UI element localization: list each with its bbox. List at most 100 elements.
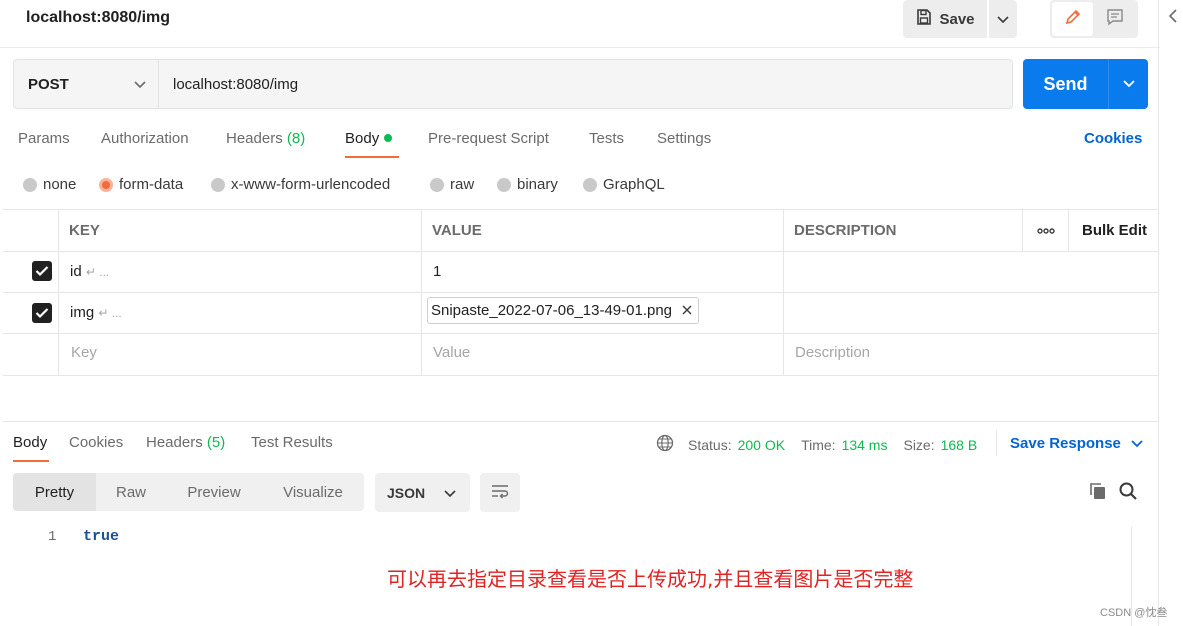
radio-binary[interactable]: binary [497, 176, 558, 193]
new-value-input[interactable]: Value [433, 344, 470, 361]
param-key: img [70, 304, 95, 321]
tab-settings[interactable]: Settings [657, 130, 711, 147]
status-label: Status: [688, 436, 732, 453]
tab-headers[interactable]: Headers (8) [226, 130, 305, 147]
copy-icon[interactable] [1088, 481, 1108, 505]
format-label: JSON [387, 484, 426, 501]
radio-label: raw [450, 176, 475, 193]
tab-authorization[interactable]: Authorization [101, 130, 189, 147]
method-select[interactable]: POST [14, 60, 159, 108]
table-border [3, 333, 1158, 334]
more-options-icon[interactable] [1036, 222, 1056, 240]
save-menu-button[interactable] [989, 0, 1017, 38]
search-icon[interactable] [1118, 481, 1138, 505]
radio-label: none [43, 176, 77, 193]
save-button[interactable]: Save [903, 0, 987, 38]
watermark: CSDN @忱叁 [1100, 607, 1168, 619]
response-tab-cookies[interactable]: Cookies [69, 434, 123, 451]
param-key-more-hint: ↵ ... [98, 306, 122, 320]
radio-indicator [23, 177, 37, 192]
param-key-cell[interactable]: id ↵ ... [70, 263, 109, 280]
edit-button[interactable] [1052, 2, 1093, 36]
radio-label: binary [517, 176, 558, 193]
table-border [421, 209, 422, 376]
chevron-down-icon [444, 485, 456, 501]
new-key-input[interactable]: Key [71, 344, 97, 361]
radio-label: GraphQL [603, 176, 665, 193]
cookies-link[interactable]: Cookies [1084, 130, 1142, 147]
table-border [1068, 209, 1069, 251]
new-description-input[interactable]: Description [795, 344, 870, 361]
response-body-value: true [83, 528, 120, 545]
wrap-lines-button[interactable] [480, 473, 520, 512]
response-status-area: Status: 200 OK Time: 134 ms Size: 168 B [656, 434, 987, 455]
tab-pre-request-script[interactable]: Pre-request Script [428, 130, 549, 147]
send-label: Send [1043, 73, 1088, 94]
size-value: 168 B [940, 436, 978, 453]
active-tab-underline [13, 460, 49, 462]
comments-button[interactable] [1093, 2, 1136, 36]
column-header-key: KEY [69, 222, 100, 239]
row-checkbox[interactable] [32, 261, 52, 281]
view-tab-pretty[interactable]: Pretty [13, 473, 96, 511]
send-menu-button[interactable] [1108, 59, 1148, 109]
radio-none[interactable]: none [23, 176, 76, 193]
save-response-label: Save Response [1010, 435, 1121, 452]
view-tab-raw[interactable]: Raw [96, 473, 166, 511]
table-border [3, 375, 1158, 376]
file-chip[interactable]: Snipaste_2022-07-06_13-49-01.png [427, 297, 700, 324]
param-key: id [70, 263, 82, 280]
right-panel-divider [1158, 0, 1159, 626]
tab-body-label: Body [345, 130, 380, 147]
tab-headers-count: (8) [286, 130, 306, 147]
param-value[interactable]: 1 [433, 263, 441, 280]
response-tab-body[interactable]: Body [13, 434, 47, 451]
format-select[interactable]: JSON [375, 473, 470, 512]
response-tab-headers-count: (5) [206, 434, 226, 451]
bulk-edit-button[interactable]: Bulk Edit [1082, 222, 1147, 239]
chevron-left-icon[interactable] [1168, 8, 1178, 28]
tab-body[interactable]: Body [345, 130, 393, 147]
url-input[interactable] [159, 60, 1012, 108]
tab-params[interactable]: Params [18, 130, 70, 147]
chevron-down-icon [1122, 80, 1135, 88]
radio-form-data[interactable]: form-data [99, 176, 183, 193]
column-header-description: DESCRIPTION [794, 222, 897, 239]
tab-tests[interactable]: Tests [589, 130, 624, 147]
method-label: POST [28, 75, 69, 93]
globe-icon[interactable] [656, 434, 674, 455]
time-label: Time: [801, 436, 836, 453]
param-key-more-hint: ↵ ... [85, 265, 110, 279]
checkmark-icon [35, 266, 49, 277]
status-value: 200 OK [737, 436, 786, 453]
table-border [3, 251, 1158, 252]
response-tab-headers[interactable]: Headers (5) [146, 434, 225, 451]
radio-urlencoded[interactable]: x-www-form-urlencoded [211, 176, 390, 193]
close-icon[interactable] [682, 302, 692, 319]
request-title[interactable]: localhost:8080/img [26, 9, 170, 27]
radio-label: x-www-form-urlencoded [231, 176, 391, 193]
size-label: Size: [903, 436, 935, 453]
column-header-value: VALUE [432, 222, 482, 239]
view-tab-preview[interactable]: Preview [166, 473, 262, 511]
wrap-lines-icon [490, 483, 510, 503]
save-group: Save [903, 0, 1017, 38]
table-border [3, 209, 1158, 210]
save-label: Save [939, 10, 975, 28]
table-border [58, 209, 59, 376]
param-key-cell[interactable]: img ↵ ... [70, 304, 122, 321]
edit-comment-toggle [1050, 0, 1138, 38]
radio-raw[interactable]: raw [430, 176, 474, 193]
save-icon [915, 8, 933, 30]
send-button[interactable]: Send [1023, 59, 1148, 109]
url-bar: POST [13, 59, 1013, 109]
line-number: 1 [48, 529, 57, 545]
radio-graphql[interactable]: GraphQL [583, 176, 665, 193]
row-checkbox[interactable] [32, 303, 52, 323]
view-tab-visualize[interactable]: Visualize [262, 473, 364, 511]
chevron-down-icon [134, 76, 146, 93]
comment-icon [1106, 8, 1124, 30]
save-response-button[interactable]: Save Response [1010, 435, 1143, 452]
response-tab-test-results[interactable]: Test Results [251, 434, 333, 451]
response-divider [3, 421, 1158, 422]
